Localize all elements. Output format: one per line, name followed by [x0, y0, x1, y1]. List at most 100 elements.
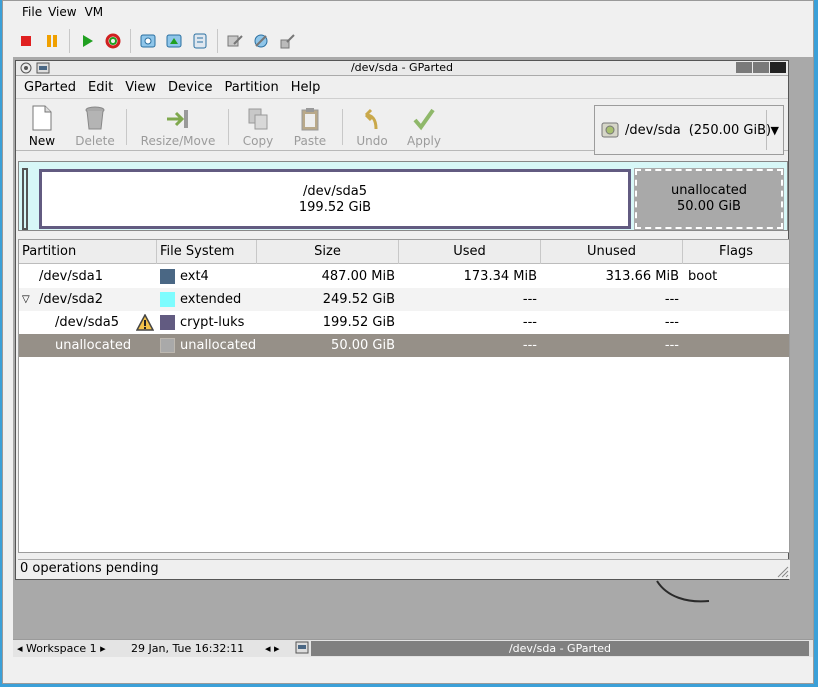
used-cell: ---: [522, 338, 537, 353]
delete-button[interactable]: Delete: [72, 103, 118, 148]
unused-cell: ---: [664, 338, 679, 353]
play-vm-button[interactable]: [74, 28, 100, 54]
segment-size: 199.52 GiB: [298, 200, 372, 215]
workspace-switcher[interactable]: ◂ Workspace 1 ▸: [17, 642, 106, 655]
column-header-size[interactable]: Size: [257, 240, 399, 264]
window-menu-icon[interactable]: [20, 62, 32, 74]
pause-icon: [47, 35, 57, 47]
unused-cell: ---: [664, 292, 679, 307]
fs-color-swatch: [160, 269, 175, 284]
menu-device[interactable]: Device: [162, 80, 218, 95]
clock: 29 Jan, Tue 16:32:11: [131, 642, 245, 655]
column-header-flags[interactable]: Flags: [683, 240, 789, 264]
unused-cell: ---: [664, 315, 679, 330]
menu-gparted[interactable]: GParted: [16, 80, 82, 95]
host-menu-view[interactable]: View: [48, 5, 84, 23]
column-header-used[interactable]: Used: [399, 240, 541, 264]
host-menu-vm[interactable]: VM: [85, 5, 112, 23]
toolbar-separator: [228, 109, 229, 145]
used-cell: ---: [522, 315, 537, 330]
gparted-window: /dev/sda - GParted GParted Edit View Dev…: [15, 60, 790, 580]
resize-move-label: Resize/Move: [140, 134, 216, 148]
devices-button[interactable]: [248, 28, 274, 54]
taskbar: ◂ Workspace 1 ▸ 29 Jan, Tue 16:32:11 ◂ ▸…: [13, 639, 813, 657]
host-toolbar: [13, 27, 300, 55]
resize-move-button[interactable]: Resize/Move: [136, 103, 220, 148]
disk-sliver-sda1[interactable]: [22, 168, 28, 230]
disk-segment-unallocated[interactable]: unallocated 50.00 GiB: [634, 168, 784, 230]
dropdown-arrow-icon[interactable]: ▼: [771, 124, 779, 137]
table-row[interactable]: ▽ /dev/sda2 extended 249.52 GiB --- ---: [19, 288, 789, 311]
paste-icon: [301, 108, 319, 131]
stop-vm-button[interactable]: [13, 28, 39, 54]
tools-button[interactable]: [274, 28, 300, 54]
toolbar-separator: [130, 29, 131, 53]
window-titlebar[interactable]: /dev/sda - GParted: [16, 61, 788, 76]
resize-grip-icon[interactable]: [777, 566, 789, 578]
fs-color-swatch: [160, 338, 175, 353]
task-scroll-arrows[interactable]: ◂ ▸: [265, 642, 280, 655]
undo-button[interactable]: Undo: [352, 103, 392, 148]
device-selector[interactable]: /dev/sda (250.00 GiB) ▼: [594, 105, 784, 155]
pause-vm-button[interactable]: [39, 28, 65, 54]
device-name: /dev/sda: [625, 122, 681, 138]
copy-label: Copy: [242, 134, 274, 148]
warning-icon: [136, 314, 154, 331]
reset-vm-button[interactable]: [100, 28, 126, 54]
filesystem-cell: crypt-luks: [180, 315, 245, 330]
trash-icon: [85, 106, 105, 130]
dropdown-divider: [766, 110, 767, 150]
toolbar-separator: [217, 29, 218, 53]
paste-label: Paste: [293, 134, 327, 148]
task-app-icon: [295, 641, 309, 654]
stop-icon: [21, 36, 31, 46]
column-header-unused[interactable]: Unused: [541, 240, 683, 264]
segment-size: 50.00 GiB: [677, 199, 741, 214]
host-menu-file[interactable]: File: [3, 5, 48, 23]
menu-partition[interactable]: Partition: [219, 80, 285, 95]
close-button[interactable]: [770, 62, 786, 73]
toolbar-separator: [342, 109, 343, 145]
menu-edit[interactable]: Edit: [82, 80, 119, 95]
workspace-label: Workspace 1: [26, 642, 97, 655]
apply-button[interactable]: Apply: [404, 103, 444, 148]
minimize-button[interactable]: [736, 62, 752, 73]
used-cell: ---: [522, 292, 537, 307]
table-row-selected[interactable]: unallocated unallocated 50.00 GiB --- --…: [19, 334, 789, 357]
snapshot-button[interactable]: [135, 28, 161, 54]
vm-screen[interactable]: /dev/sda - GParted GParted Edit View Dev…: [13, 57, 813, 657]
wrench-icon: [227, 35, 243, 47]
column-header-partition[interactable]: Partition: [19, 240, 157, 264]
column-header-filesystem[interactable]: File System: [157, 240, 257, 264]
flags-cell: boot: [688, 269, 718, 284]
filesystem-cell: ext4: [180, 269, 209, 284]
size-cell: 487.00 MiB: [321, 269, 395, 284]
partition-cell: unallocated: [55, 338, 132, 353]
table-row[interactable]: /dev/sda5 crypt-luks 199.52 GiB --- ---: [19, 311, 789, 334]
snapshot-manager-icon: [193, 33, 207, 49]
copy-button[interactable]: Copy: [238, 103, 278, 148]
devices-icon: [254, 34, 268, 48]
snapshot-icon: [140, 34, 156, 48]
menu-view[interactable]: View: [119, 80, 162, 95]
wallpaper-swoosh-icon: [656, 580, 710, 603]
table-row[interactable]: /dev/sda1 ext4 487.00 MiB 173.34 MiB 313…: [19, 265, 789, 288]
menubar: GParted Edit View Device Partition Help: [16, 77, 788, 99]
copy-icon: [248, 108, 268, 130]
maximize-button[interactable]: [753, 62, 769, 73]
menu-help[interactable]: Help: [285, 80, 327, 95]
filesystem-cell: extended: [180, 292, 242, 307]
toolbar-separator: [69, 29, 70, 53]
snapshot-manager-button[interactable]: [187, 28, 213, 54]
revert-snapshot-button[interactable]: [161, 28, 187, 54]
new-button[interactable]: New: [24, 103, 60, 148]
reset-icon: [105, 33, 121, 49]
table-header: Partition File System Size Used Unused F…: [19, 240, 789, 264]
task-gparted[interactable]: /dev/sda - GParted: [311, 641, 809, 656]
paste-button[interactable]: Paste: [290, 103, 330, 148]
expander-arrow-icon[interactable]: ▽: [22, 288, 30, 311]
disk-segment-sda5[interactable]: /dev/sda5 199.52 GiB: [39, 169, 631, 229]
settings-button[interactable]: [222, 28, 248, 54]
undo-label: Undo: [356, 134, 388, 148]
apply-label: Apply: [407, 134, 441, 148]
